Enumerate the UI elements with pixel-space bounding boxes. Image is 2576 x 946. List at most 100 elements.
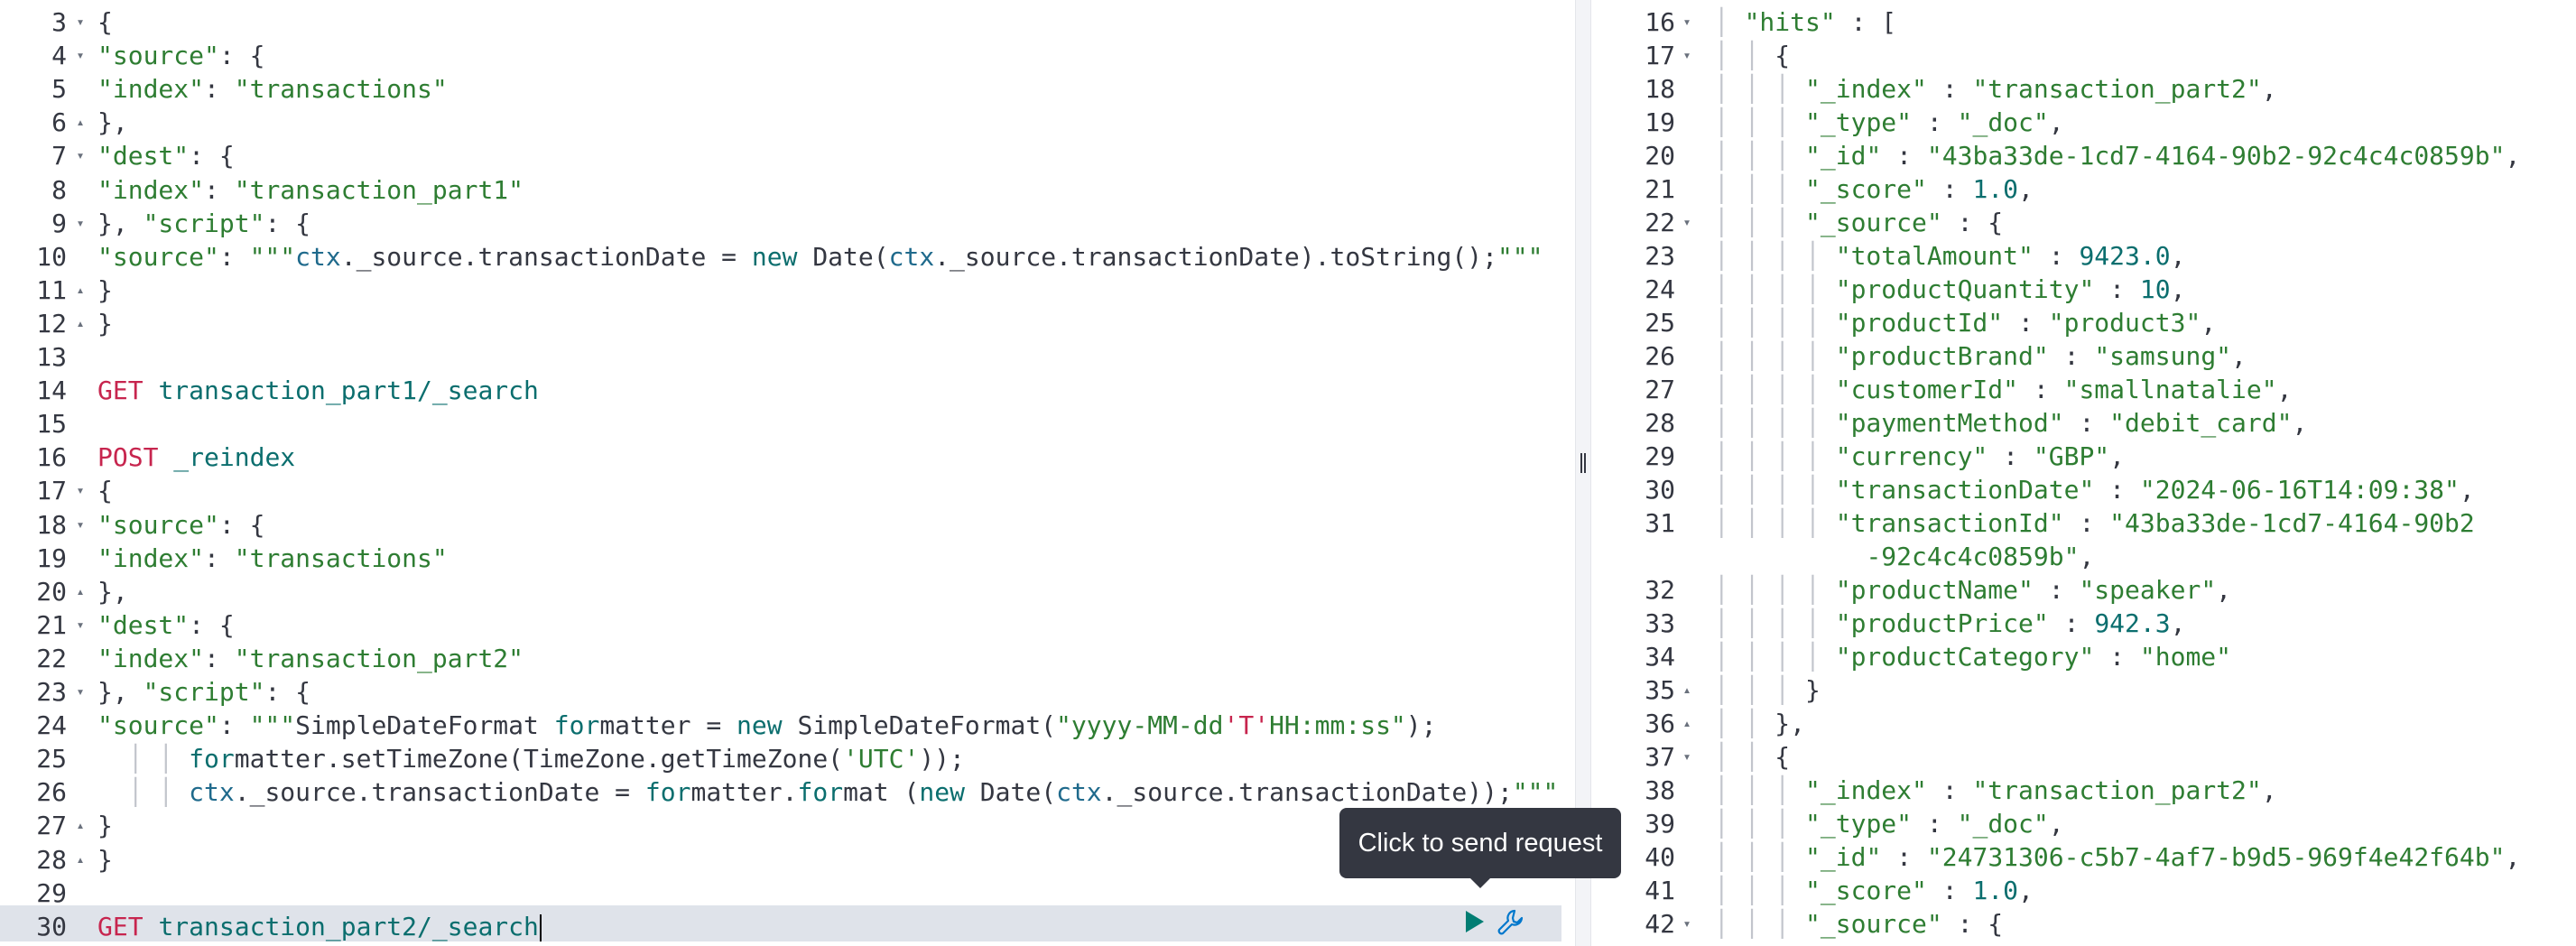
line-number: 42 <box>1645 909 1675 939</box>
code-token: : <box>218 241 250 272</box>
request-editor[interactable]: 3 ▾{4 ▾ "source": {5 "index": "transactions"… <box>0 0 1561 946</box>
collapse-caret-icon[interactable]: ▴ <box>72 575 88 608</box>
code-token: │ │ <box>97 744 190 774</box>
code-text: } <box>97 307 113 340</box>
grip-icon <box>1580 453 1586 473</box>
fold-caret-icon[interactable]: ▾ <box>72 39 88 72</box>
code-token: { <box>97 476 113 506</box>
pane-resize-handle[interactable] <box>1575 0 1591 946</box>
fold-caret-icon[interactable]: ▾ <box>1679 206 1695 239</box>
line-number: 20 <box>36 576 67 607</box>
fold-caret-icon[interactable]: ▾ <box>72 207 88 240</box>
code-token: │ │ │ <box>1699 208 1806 237</box>
collapse-caret-icon[interactable]: ▴ <box>72 843 88 876</box>
code-token: "smallnatalie" <box>2063 375 2277 404</box>
fold-caret-icon[interactable]: ▾ <box>1679 5 1695 39</box>
code-token: 'T' <box>1223 710 1270 741</box>
collapse-caret-icon[interactable]: ▴ <box>1679 673 1695 707</box>
code-token: "_doc" <box>1957 809 2049 839</box>
play-icon[interactable] <box>1466 911 1484 932</box>
line-number: 37 <box>1645 742 1675 772</box>
line-number: 16 <box>1645 7 1675 37</box>
code-token: transaction_part2/_search <box>158 911 539 941</box>
code-token: } <box>97 811 113 841</box>
code-token: POST <box>97 442 159 473</box>
code-token: 1.0 <box>1972 174 2019 204</box>
code-text: "dest": { <box>97 139 235 172</box>
code-token: ); <box>1405 710 1437 741</box>
code-token: : { <box>1941 909 2004 939</box>
code-token: │ │ │ │ <box>1699 642 1836 672</box>
code-token: │ │ │ │ <box>1699 608 1836 638</box>
code-token: │ │ │ │ <box>1699 408 1836 438</box>
line-number: 22 <box>1645 208 1675 237</box>
code-token: , <box>2276 375 2293 404</box>
code-text: │ │ │ "_type" : "_doc", <box>1699 807 2064 840</box>
code-token: │ │ │ <box>1699 775 1806 805</box>
code-text: "index": "transaction_part2" <box>97 642 524 675</box>
wrench-icon[interactable] <box>1495 907 1525 938</box>
fold-caret-icon[interactable]: ▾ <box>1679 907 1695 941</box>
code-text: │ │ │ │ "productQuantity" : 10, <box>1699 273 2186 306</box>
code-token: "_id" <box>1805 141 1882 171</box>
code-token: } <box>1805 675 1821 705</box>
code-token: │ │ <box>97 777 190 808</box>
line-number: 5 <box>51 74 67 105</box>
code-text: │ │ │ "_source" : { <box>1699 907 2003 941</box>
code-token: "GBP" <box>2033 441 2110 471</box>
code-token: "home" <box>2139 642 2232 672</box>
code-text: │ │ │ "_index" : "transaction_part2", <box>1699 72 2277 106</box>
line-number: 25 <box>36 744 67 774</box>
code-token: "customerId" <box>1835 375 2019 404</box>
collapse-caret-icon[interactable]: ▴ <box>1679 707 1695 740</box>
line-number: 6 <box>51 107 67 138</box>
code-token: : { <box>1941 208 2004 237</box>
code-token: "source" <box>97 509 219 540</box>
collapse-caret-icon[interactable]: ▴ <box>72 274 88 307</box>
fold-caret-icon[interactable]: ▾ <box>72 608 88 642</box>
code-token: "index" <box>97 174 205 205</box>
collapse-caret-icon[interactable]: ▴ <box>72 106 88 139</box>
fold-caret-icon[interactable]: ▾ <box>1679 740 1695 774</box>
code-token: , <box>2459 475 2475 505</box>
fold-caret-icon[interactable]: ▾ <box>1679 39 1695 72</box>
code-token: "source" <box>97 710 219 741</box>
fold-caret-icon[interactable]: ▾ <box>72 675 88 709</box>
line-number: 14 <box>36 376 67 406</box>
code-token: : [ <box>1835 7 1897 37</box>
code-token: │ │ │ │ <box>1699 475 1836 505</box>
code-token: "index" <box>97 74 205 105</box>
line-number: 16 <box>36 442 67 473</box>
code-text: }, "script": { <box>97 675 310 709</box>
collapse-caret-icon[interactable]: ▴ <box>72 809 88 842</box>
code-token: : <box>2003 308 2049 338</box>
line-number: 26 <box>36 777 67 808</box>
fold-caret-icon[interactable]: ▾ <box>72 508 88 542</box>
line-number: 27 <box>36 811 67 841</box>
code-text: │ │ │ │ "productCategory" : "home" <box>1699 640 2231 673</box>
code-token: , <box>2170 241 2186 271</box>
code-token: , <box>2170 608 2186 638</box>
code-text: │ │ │ "_score" : 1.0, <box>1699 172 2034 206</box>
line-number: 28 <box>36 844 67 875</box>
code-token: )); <box>919 744 965 774</box>
code-token: }, <box>97 576 128 607</box>
code-text: │ │ ctx._source.transactionDate = format… <box>97 775 1559 809</box>
code-text: │ │ │ "_id" : "24731306-c5b7-4af7-b9d5-9… <box>1699 840 2521 874</box>
code-token: -92c4c4c0859b" <box>1866 542 2080 571</box>
code-token: "_index" <box>1805 775 1927 805</box>
fold-caret-icon[interactable]: ▾ <box>72 5 88 39</box>
code-text: │ │ │ │ "transactionId" : "43ba33de-1cd7… <box>1699 506 2475 540</box>
fold-caret-icon[interactable]: ▾ <box>72 474 88 507</box>
code-token: HH:mm:ss" <box>1269 710 1406 741</box>
line-number: 28 <box>1645 408 1675 438</box>
code-text: } <box>97 809 113 842</box>
code-token: "script" <box>143 677 265 707</box>
line-number: 18 <box>36 509 67 540</box>
fold-caret-icon[interactable]: ▾ <box>72 139 88 172</box>
code-token: : <box>2094 475 2140 505</box>
collapse-caret-icon[interactable]: ▴ <box>72 307 88 340</box>
line-number: 3 <box>51 7 67 37</box>
code-text: GET transaction_part2/_search <box>97 910 542 943</box>
